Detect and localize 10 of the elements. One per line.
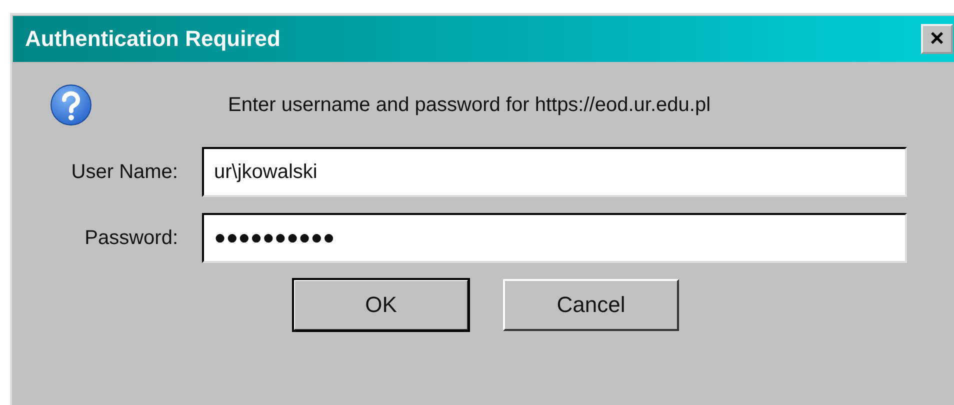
window-title: Authentication Required bbox=[25, 26, 282, 52]
input-field[interactable]: ●●●●●●●●●● bbox=[202, 213, 907, 263]
input-field[interactable]: ur\jkowalski bbox=[202, 147, 907, 197]
dialog-button[interactable]: OK bbox=[293, 279, 469, 331]
close-button[interactable]: × bbox=[921, 24, 953, 54]
question-icon bbox=[50, 84, 92, 126]
prompt-message: Enter username and password for https://eod.ur.edu.pl bbox=[228, 94, 711, 116]
dialog-button[interactable]: Cancel bbox=[503, 279, 679, 331]
field-label: User Name: bbox=[70, 160, 179, 184]
field-label: Password: bbox=[84, 226, 179, 250]
